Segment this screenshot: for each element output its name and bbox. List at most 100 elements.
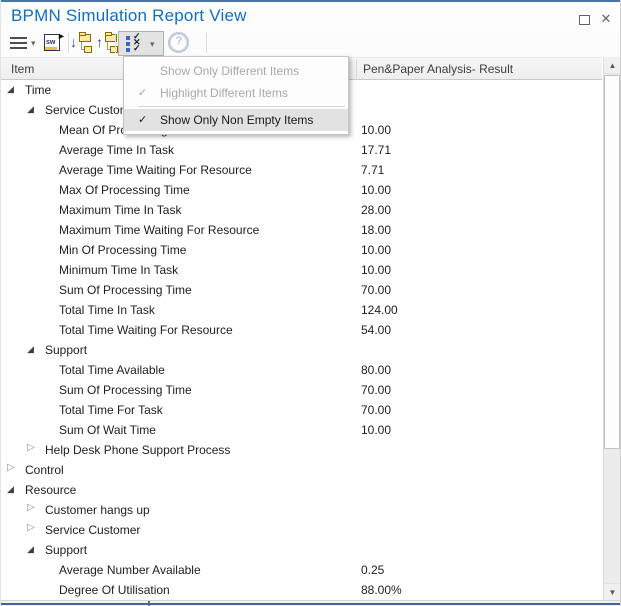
result-value: 70.00 xyxy=(361,283,391,297)
tree-expanded-icon[interactable]: ◢ xyxy=(27,343,39,355)
result-value: 28.00 xyxy=(361,203,391,217)
table-row[interactable]: Maximum Time Waiting For Resource 18.00 xyxy=(1,220,602,240)
hamburger-icon xyxy=(10,37,27,39)
menu-separator xyxy=(138,106,345,107)
item-label: Control xyxy=(25,463,64,477)
window-title: BPMN Simulation Report View xyxy=(11,6,247,26)
item-label: Sum Of Processing Time xyxy=(59,383,192,397)
table-row[interactable]: Maximum Time In Task 28.00 xyxy=(1,200,602,220)
table-row[interactable]: Average Time In Task 17.71 xyxy=(1,140,602,160)
result-value: 10.00 xyxy=(361,123,391,137)
tree-collapsed-icon[interactable]: ▷ xyxy=(7,462,19,474)
table-row[interactable]: ▷ Help Desk Phone Support Process xyxy=(1,440,602,460)
result-value: 10.00 xyxy=(361,423,391,437)
table-row[interactable]: ◢ Support xyxy=(1,340,602,360)
item-label: Total Time Waiting For Resource xyxy=(59,323,233,337)
toolbar: ▾ sw ► ↓ ↑ ✓ ✕ xyxy=(1,30,621,57)
table-row[interactable]: Degree Of Utilisation88.00% xyxy=(1,580,602,600)
table-row[interactable]: ◢Support xyxy=(1,540,602,560)
item-label: Degree Of Utilisation xyxy=(59,583,170,597)
item-label: Sum Of Wait Time xyxy=(59,423,156,437)
filter-options-menu: Show Only Different Items ✓ Highlight Diff… xyxy=(123,56,349,135)
menu-item: Show Only Different Items xyxy=(124,60,348,82)
scroll-up-icon[interactable]: ▲ xyxy=(604,57,621,74)
result-value: 10.00 xyxy=(361,263,391,277)
bpmn-simulation-report-window: BPMN Simulation Report View ✕ ▾ sw ► ↓ xyxy=(0,0,621,606)
table-row[interactable]: Sum Of Processing Time70.00 xyxy=(1,280,602,300)
table-row[interactable]: Total Time Waiting For Resource 54.00 xyxy=(1,320,602,340)
help-button: ? xyxy=(167,31,193,55)
item-label: Customer hangs up xyxy=(45,503,150,517)
menu-item-label: Show Only Different Items xyxy=(160,60,299,82)
result-value: 0.25 xyxy=(361,563,384,577)
item-label: Minimum Time In Task xyxy=(59,263,178,277)
result-value: 17.71 xyxy=(361,143,391,157)
main-menu-button[interactable] xyxy=(9,31,29,55)
table-row[interactable]: Min Of Processing Time10.00 xyxy=(1,240,602,260)
vertical-scrollbar[interactable]: ▲ ▼ xyxy=(603,57,620,600)
window-bottom-border xyxy=(1,600,621,606)
menu-item[interactable]: ✓Show Only Non Empty Items xyxy=(124,109,348,131)
item-label: Time xyxy=(25,83,51,97)
table-row[interactable]: Total Time In Task124.00 xyxy=(1,300,602,320)
item-label: Help Desk Phone Support Process xyxy=(45,443,230,457)
tree-collapsed-icon[interactable]: ▷ xyxy=(27,522,39,534)
check-icon: ✓ xyxy=(138,82,147,104)
table-row[interactable]: Average Number Available0.25 xyxy=(1,560,602,580)
table-row[interactable]: ▷ Customer hangs up xyxy=(1,500,602,520)
arrow-up-icon: ↑ xyxy=(96,34,103,50)
column-divider[interactable] xyxy=(356,59,357,80)
menu-item-label: Show Only Non Empty Items xyxy=(160,109,313,131)
splitter-tick[interactable] xyxy=(148,601,150,606)
toolbar-separator xyxy=(68,33,69,53)
table-row[interactable]: Minimum Time In Task 10.00 xyxy=(1,260,602,280)
toolbar-separator xyxy=(115,33,116,53)
result-value: 54.00 xyxy=(361,323,391,337)
menu-item: ✓ Highlight Different Items xyxy=(124,82,348,104)
item-label: Maximum Time Waiting For Resource xyxy=(59,223,259,237)
expand-all-button[interactable]: ↓ xyxy=(71,31,93,55)
item-label: Average Time Waiting For Resource xyxy=(59,163,252,177)
item-label: Resource xyxy=(25,483,76,497)
table-row[interactable]: Sum Of Wait Time 10.00 xyxy=(1,420,602,440)
result-value: 70.00 xyxy=(361,383,391,397)
column-header-result[interactable]: Pen&Paper Analysis- Result xyxy=(363,62,513,76)
chevron-down-icon[interactable]: ▾ xyxy=(31,38,36,49)
arrow-down-icon: ↓ xyxy=(70,34,77,50)
table-row[interactable]: ◢ Resource xyxy=(1,480,602,500)
result-value: 18.00 xyxy=(361,223,391,237)
column-header-item[interactable]: Item xyxy=(11,62,34,76)
close-icon[interactable]: ✕ xyxy=(598,11,614,27)
result-value: 7.71 xyxy=(361,163,384,177)
tree-collapsed-icon[interactable]: ▷ xyxy=(27,442,39,454)
table-row[interactable]: ▷ Control xyxy=(1,460,602,480)
chevron-down-icon: ▾ xyxy=(150,39,155,50)
tree-expanded-icon[interactable]: ◢ xyxy=(27,103,39,115)
table-row[interactable]: Average Time Waiting For Resource 7.71 xyxy=(1,160,602,180)
maximize-icon[interactable] xyxy=(579,15,590,25)
table-row[interactable]: Max Of Processing Time 10.00 xyxy=(1,180,602,200)
item-label: Max Of Processing Time xyxy=(59,183,190,197)
tree-collapsed-icon[interactable]: ▷ xyxy=(27,502,39,514)
table-row[interactable]: ▷ Service Customer xyxy=(1,520,602,540)
table-row[interactable]: Total Time Available80.00 xyxy=(1,360,602,380)
item-label: Service Customer xyxy=(45,523,140,537)
item-label: Average Time In Task xyxy=(59,143,174,157)
open-simulation-window-button[interactable]: sw ► xyxy=(43,31,65,55)
result-value: 10.00 xyxy=(361,243,391,257)
tree-expanded-icon[interactable]: ◢ xyxy=(7,83,19,95)
scrollbar-thumb[interactable] xyxy=(604,75,620,449)
folder-icon xyxy=(79,34,91,42)
item-label: Total Time For Task xyxy=(59,403,163,417)
item-label: Support xyxy=(45,343,87,357)
tree-expanded-icon[interactable]: ◢ xyxy=(27,543,39,555)
table-row[interactable]: Sum Of Processing Time 70.00 xyxy=(1,380,602,400)
menu-item-label: Highlight Different Items xyxy=(160,82,288,104)
item-label: Maximum Time In Task xyxy=(59,203,181,217)
table-row[interactable]: Total Time For Task70.00 xyxy=(1,400,602,420)
scroll-down-icon[interactable]: ▼ xyxy=(604,583,621,600)
toolbar-separator xyxy=(206,33,207,53)
result-value: 10.00 xyxy=(361,183,391,197)
tree-expanded-icon[interactable]: ◢ xyxy=(7,483,19,495)
filter-options-button[interactable]: ✓ ✕ ✓ ▾ xyxy=(118,31,164,56)
